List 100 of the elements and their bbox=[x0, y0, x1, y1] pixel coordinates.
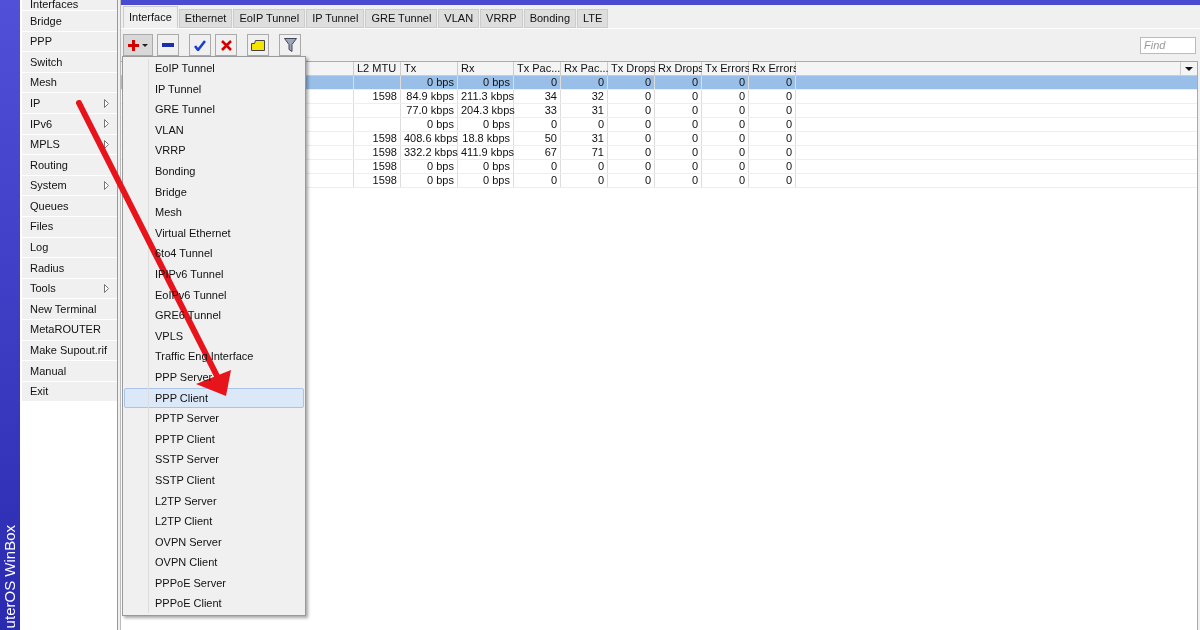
table-cell: 0 bbox=[691, 132, 698, 144]
disable-button[interactable] bbox=[215, 34, 237, 56]
sidebar-item[interactable]: Bridge bbox=[22, 11, 117, 32]
sidebar-item[interactable]: Mesh bbox=[22, 72, 117, 94]
sidebar-item[interactable]: Manual bbox=[22, 361, 117, 382]
table-cell: 0 bbox=[738, 118, 745, 130]
table-cell: 0 bbox=[785, 90, 792, 102]
sidebar-item[interactable]: Log bbox=[22, 237, 117, 259]
menu-item[interactable]: L2TP Client bbox=[124, 511, 304, 532]
table-cell: 0 bbox=[785, 174, 792, 186]
tab[interactable]: IP Tunnel bbox=[306, 9, 365, 28]
table-cell: 50 bbox=[544, 132, 557, 144]
sidebar-item[interactable]: Make Supout.rif bbox=[22, 340, 117, 362]
columns-dropdown[interactable] bbox=[1181, 62, 1197, 75]
sidebar-item[interactable]: Files bbox=[22, 216, 117, 238]
column-header[interactable]: Tx Drops bbox=[608, 62, 655, 75]
table-cell: 1598 bbox=[372, 146, 397, 158]
table-cell: 0 bbox=[691, 160, 698, 172]
column-header[interactable]: Rx Pac... bbox=[561, 62, 608, 75]
table-cell: 0 bbox=[785, 118, 792, 130]
menu-item[interactable]: L2TP Server bbox=[124, 490, 304, 512]
tab[interactable]: VRRP bbox=[480, 9, 523, 28]
table-cell: 0 bbox=[691, 118, 698, 130]
menu-item[interactable]: Mesh bbox=[124, 202, 304, 223]
sidebar-item[interactable]: Queues bbox=[22, 196, 117, 217]
table-cell: 0 bps bbox=[483, 174, 510, 186]
table-cell: 0 bbox=[597, 160, 604, 172]
menu-item[interactable]: SSTP Client bbox=[124, 469, 304, 491]
table-cell: 0 bbox=[644, 132, 651, 144]
table-cell: 0 bbox=[550, 160, 557, 172]
table-cell: 33 bbox=[544, 104, 557, 116]
column-header[interactable]: Tx bbox=[401, 62, 458, 75]
tab[interactable]: Bonding bbox=[523, 9, 577, 28]
sidebar-item[interactable]: Interfaces bbox=[22, 0, 117, 11]
table-cell: 0 bbox=[597, 174, 604, 186]
submenu-arrow-icon bbox=[104, 98, 109, 108]
table-cell: 84.9 kbps bbox=[406, 90, 454, 102]
sidebar-item[interactable]: Radius bbox=[22, 258, 117, 279]
tab[interactable]: EoIP Tunnel bbox=[233, 9, 306, 28]
tab[interactable]: Ethernet bbox=[178, 9, 233, 28]
sidebar-item[interactable]: Tools bbox=[22, 278, 117, 300]
menu-item[interactable]: PPTP Server bbox=[124, 408, 304, 429]
menu-item[interactable]: PPP Server bbox=[124, 366, 304, 388]
menu-item[interactable]: SSTP Server bbox=[124, 449, 304, 470]
table-cell: 1598 bbox=[372, 132, 397, 144]
menu-item[interactable]: OVPN Server bbox=[124, 531, 304, 553]
sidebar-item[interactable]: Exit bbox=[22, 381, 117, 403]
menu-item[interactable]: VPLS bbox=[124, 325, 304, 347]
table-cell: 0 bbox=[738, 104, 745, 116]
find-field[interactable]: Find bbox=[1140, 36, 1196, 54]
menu-item[interactable]: OVPN Client bbox=[124, 552, 304, 573]
column-header[interactable]: L2 MTU bbox=[354, 62, 401, 75]
sidebar-item[interactable]: MetaROUTER bbox=[22, 319, 117, 341]
sidebar-item[interactable]: IP bbox=[22, 93, 117, 114]
table-cell: 32 bbox=[591, 90, 604, 102]
table-cell: 0 bps bbox=[483, 118, 510, 130]
menu-item[interactable]: Virtual Ethernet bbox=[124, 222, 304, 244]
column-header[interactable]: Rx bbox=[458, 62, 514, 75]
menu-item[interactable]: PPPoE Server bbox=[124, 572, 304, 594]
cross-icon bbox=[220, 39, 232, 51]
tab[interactable]: VLAN bbox=[438, 9, 480, 28]
table-cell: 0 bps bbox=[483, 76, 510, 88]
sidebar-item[interactable]: Routing bbox=[22, 155, 117, 176]
table-cell: 0 bbox=[644, 90, 651, 102]
tab[interactable]: GRE Tunnel bbox=[365, 9, 438, 28]
table-cell: 67 bbox=[544, 146, 557, 158]
menu-item[interactable]: EoIP Tunnel bbox=[124, 58, 304, 79]
table-cell: 0 bbox=[785, 132, 792, 144]
tab[interactable]: LTE bbox=[577, 9, 609, 28]
table-cell: 0 bbox=[644, 160, 651, 172]
sidebar-item[interactable]: New Terminal bbox=[22, 299, 117, 320]
menu-item[interactable]: PPTP Client bbox=[124, 428, 304, 450]
column-header[interactable]: Tx Errors bbox=[702, 62, 749, 75]
table-cell: 0 bbox=[738, 146, 745, 158]
table-cell: 0 bbox=[738, 132, 745, 144]
table-cell: 0 bbox=[691, 174, 698, 186]
remove-button[interactable] bbox=[157, 34, 179, 56]
menu-item[interactable]: GRE6 Tunnel bbox=[124, 305, 304, 326]
table-cell: 0 bbox=[691, 90, 698, 102]
table-cell: 0 bps bbox=[483, 160, 510, 172]
plus-icon bbox=[127, 39, 149, 51]
table-cell: 0 bbox=[738, 160, 745, 172]
enable-button[interactable] bbox=[189, 34, 211, 56]
tab[interactable]: Interface bbox=[123, 6, 178, 28]
table-cell: 77.0 kbps bbox=[406, 104, 454, 116]
check-icon bbox=[194, 39, 206, 51]
menu-item[interactable]: PPP Client bbox=[124, 387, 304, 409]
add-button[interactable] bbox=[123, 34, 153, 56]
table-cell: 0 bps bbox=[427, 76, 454, 88]
filter-button[interactable] bbox=[279, 34, 301, 56]
menu-item[interactable]: PPPoE Client bbox=[124, 593, 304, 615]
table-cell: 0 bbox=[550, 76, 557, 88]
table-cell: 0 bbox=[644, 146, 651, 158]
sidebar-item[interactable]: PPP bbox=[22, 31, 117, 53]
note-icon bbox=[251, 39, 265, 51]
sidebar-item[interactable]: Switch bbox=[22, 52, 117, 73]
column-header[interactable]: Tx Pac... bbox=[514, 62, 561, 75]
table-cell: 0 bbox=[738, 90, 745, 102]
comment-button[interactable] bbox=[247, 34, 269, 56]
filter-icon bbox=[283, 38, 297, 52]
